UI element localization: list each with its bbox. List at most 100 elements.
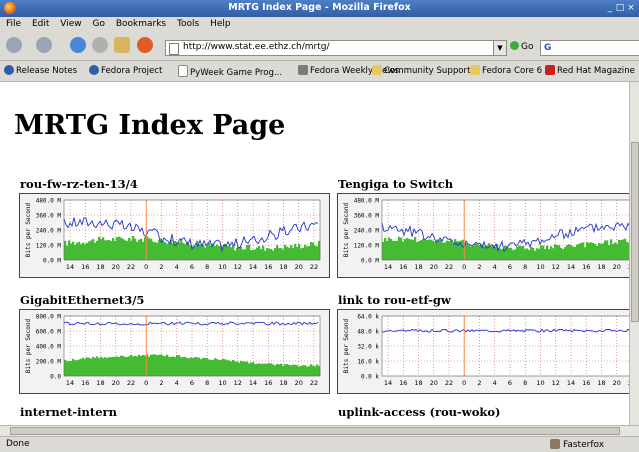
search-input[interactable]: G (540, 40, 639, 56)
google-icon: G (544, 43, 552, 53)
menu-help[interactable]: Help (206, 17, 235, 29)
fasterfox-addon[interactable]: Fasterfox (550, 439, 604, 450)
inbound-bar (432, 240, 435, 260)
inbound-bar (68, 361, 71, 376)
close-icon[interactable]: × (625, 2, 637, 14)
inbound-bar (68, 240, 71, 260)
inbound-bar (194, 356, 197, 376)
y-tick-label: 0.0 M (43, 258, 61, 265)
graph-title[interactable]: GigabitEthernet3/5 (20, 293, 144, 307)
graph-title[interactable]: link to rou-etf-gw (338, 293, 451, 307)
navigation-toolbar: http://www.stat.ee.ethz.ch/mrtg/ ▼ Go G (0, 33, 639, 61)
adblock-icon[interactable] (137, 37, 153, 53)
x-tick-label: 22 (310, 379, 318, 387)
inbound-bar (438, 240, 441, 260)
menu-go[interactable]: Go (88, 17, 108, 29)
x-tick-label: 18 (414, 379, 422, 387)
scrollbar-thumb[interactable] (10, 427, 620, 435)
inbound-bar (78, 241, 81, 260)
inbound-bar (314, 245, 317, 260)
inbound-bar (508, 247, 511, 260)
go-button[interactable]: Go (510, 41, 533, 52)
home-icon[interactable] (114, 37, 130, 53)
bookmark-community-support[interactable]: Community Support (372, 65, 470, 76)
y-tick-label: 64.0 k (357, 314, 379, 321)
rss-icon (298, 65, 308, 75)
graph-svg: 480.0 M 360.0 M 240.0 M 120.0 M 0.0 M 14 16 18 2… (25, 198, 321, 271)
inbound-bar (292, 248, 295, 260)
inbound-bar (86, 357, 89, 376)
inbound-bar (552, 248, 555, 260)
inbound-bar (296, 365, 299, 376)
inbound-bar (104, 357, 107, 376)
horizontal-scrollbar[interactable] (0, 425, 639, 436)
inbound-bar (182, 357, 185, 376)
bookmark-release-notes[interactable]: Release Notes (4, 65, 77, 76)
inbound-bar (554, 244, 557, 260)
vertical-scrollbar[interactable] (629, 82, 639, 425)
bookmark-pyweek[interactable]: PyWeek Game Prog... (178, 65, 282, 78)
x-tick-label: 0 (144, 263, 148, 271)
inbound-bar (528, 250, 531, 260)
traffic-graph[interactable]: 480.0 M 360.0 M 240.0 M 120.0 M 0.0 M 14 16 18 2… (337, 193, 629, 278)
forward-icon[interactable] (36, 37, 52, 53)
inbound-bar (90, 358, 93, 376)
bookmark-red-hat-magazine[interactable]: Red Hat Magazine (545, 65, 635, 76)
y-tick-label: 48.0 k (357, 329, 379, 336)
graph-title[interactable]: Tengiga to Switch (338, 177, 453, 191)
menu-bookmarks[interactable]: Bookmarks (112, 17, 170, 29)
inbound-bar (230, 361, 233, 376)
inbound-bar (116, 356, 119, 376)
inbound-bar (188, 358, 191, 376)
bookmarks-toolbar: Release Notes Fedora Project PyWeek Game… (0, 61, 639, 82)
inbound-bar (224, 359, 227, 376)
traffic-graph[interactable]: 64.0 k 48.0 k 32.0 k 16.0 k 0.0 k 14 16 18 20 22 0… (337, 309, 629, 394)
inbound-bar (306, 366, 309, 376)
graph-title[interactable]: uplink-access (rou-woko) (338, 405, 500, 419)
inbound-bar (102, 358, 105, 376)
inbound-bar (300, 365, 303, 376)
url-bar[interactable]: http://www.stat.ee.ethz.ch/mrtg/ (165, 40, 494, 56)
url-history-dropdown[interactable]: ▼ (493, 40, 507, 56)
inbound-bar (132, 235, 135, 260)
menu-file[interactable]: File (2, 17, 25, 29)
back-icon[interactable] (6, 37, 22, 53)
inbound-bar (314, 366, 317, 376)
x-tick-label: 2 (159, 263, 163, 271)
menu-tools[interactable]: Tools (173, 17, 203, 29)
inbound-bar (452, 244, 455, 260)
menu-view[interactable]: View (56, 17, 85, 29)
inbound-bar (206, 244, 209, 260)
scrollbar-thumb[interactable] (631, 142, 639, 322)
traffic-graph[interactable]: 800.0 M 600.0 M 400.0 M 200.0 M 0.0 14 16 18 20 2… (19, 309, 330, 394)
inbound-bar (282, 365, 285, 376)
y-tick-label: 0.0 k (361, 374, 379, 381)
inbound-bar (616, 243, 619, 260)
menu-edit[interactable]: Edit (28, 17, 53, 29)
bookmark-fedora-project[interactable]: Fedora Project (89, 65, 162, 76)
inbound-bar (70, 361, 73, 376)
x-tick-label: 6 (508, 263, 512, 271)
inbound-bar (184, 243, 187, 260)
x-tick-label: 0 (462, 379, 466, 387)
inbound-bar (158, 354, 161, 376)
stop-icon[interactable] (92, 37, 108, 53)
x-tick-label: 2 (477, 263, 481, 271)
bookmark-fedora-core-6[interactable]: Fedora Core 6 (470, 65, 542, 76)
traffic-graph[interactable]: 480.0 M 360.0 M 240.0 M 120.0 M 0.0 M 14 16 18 2… (19, 193, 330, 278)
inbound-bar (194, 245, 197, 260)
y-axis-label: Bits per Second (343, 319, 350, 374)
reload-icon[interactable] (70, 37, 86, 53)
inbound-bar (82, 357, 85, 376)
inbound-bar (270, 363, 273, 376)
inbound-bar (604, 240, 607, 260)
x-tick-label: 6 (190, 263, 194, 271)
inbound-bar (476, 243, 479, 260)
inbound-bar (180, 239, 183, 260)
y-tick-label: 480.0 M (354, 198, 380, 205)
graph-title[interactable]: internet-intern (20, 405, 117, 419)
inbound-bar (204, 247, 207, 260)
inbound-bar (290, 365, 293, 376)
x-tick-label: 18 (414, 263, 422, 271)
graph-title[interactable]: rou-fw-rz-ten-13/4 (20, 177, 138, 191)
